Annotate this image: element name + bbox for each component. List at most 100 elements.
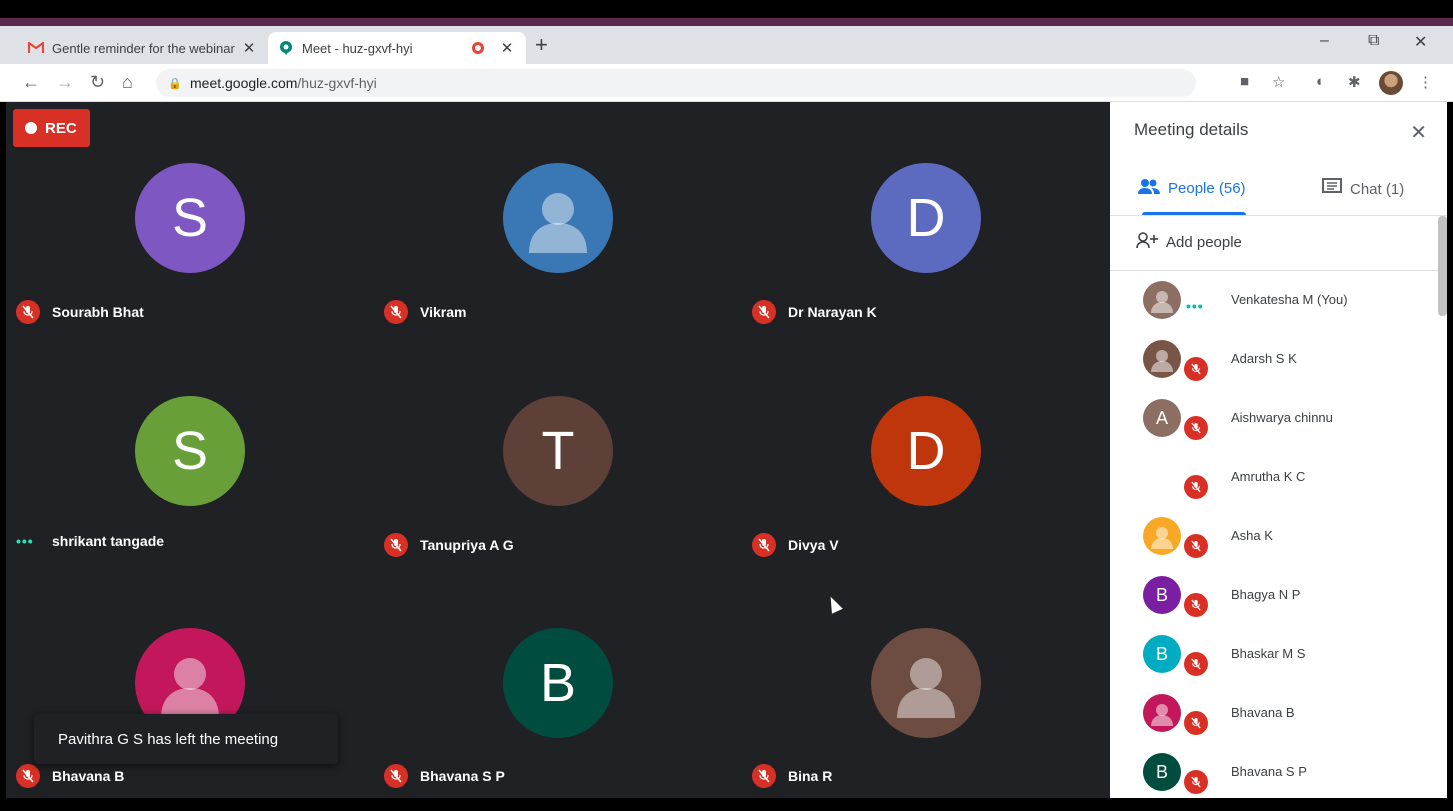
list-item[interactable]: B Bhavana S P (1110, 744, 1440, 798)
person-avatar: B (1143, 576, 1181, 614)
participant-name: shrikant tangade (52, 533, 165, 549)
gmail-icon (28, 40, 44, 56)
participant-tile[interactable]: D Dr Narayan K (742, 102, 1110, 334)
restore-button[interactable]: ⧉ (1368, 32, 1379, 50)
back-icon[interactable]: ← (22, 72, 40, 93)
participant-nameplate: Sourabh Bhat (16, 300, 144, 324)
profile-avatar[interactable] (1379, 71, 1403, 95)
mic-muted-icon (16, 764, 40, 788)
participant-name: Dr Narayan K (788, 304, 877, 320)
list-item[interactable]: ••• Venkatesha M (You) (1110, 272, 1440, 331)
list-item[interactable]: B Bhaskar M S (1110, 626, 1440, 685)
list-item[interactable]: Bhavana B (1110, 685, 1440, 744)
list-item[interactable]: B Bhagya N P (1110, 567, 1440, 626)
tab-chat-label: Chat (1) (1350, 181, 1405, 198)
participant-name: Tanupriya A G (420, 537, 514, 553)
participant-avatar: S (135, 163, 245, 273)
url-path: /huz-gxvf-hyi (297, 75, 377, 91)
participant-tile[interactable]: S Sourabh Bhat (6, 102, 374, 334)
person-name: Adarsh S K (1231, 351, 1297, 366)
person-photo (1143, 458, 1181, 496)
mic-muted-icon (752, 533, 776, 557)
minimize-button[interactable]: – (1320, 32, 1329, 50)
mic-muted-icon (1184, 652, 1208, 676)
add-people-label: Add people (1166, 234, 1242, 251)
close-window-button[interactable]: ✕ (1414, 32, 1427, 52)
lock-icon: 🔒 (168, 77, 182, 90)
participant-nameplate: Vikram (384, 300, 466, 324)
tab-people-label: People (56) (1168, 180, 1246, 197)
menu-kebab-icon[interactable]: ⋮ (1418, 73, 1433, 91)
participant-name: Bina R (788, 768, 833, 784)
mic-muted-icon (384, 533, 408, 557)
person-avatar: B (1143, 753, 1181, 791)
speaking-indicator-icon: ••• (16, 533, 34, 549)
person-name: Bhagya N P (1231, 587, 1301, 602)
recording-indicator-icon (472, 42, 484, 54)
person-name: Bhavana S P (1231, 764, 1307, 779)
people-list-scrollbar[interactable] (1438, 216, 1447, 316)
mic-muted-icon (1184, 711, 1208, 735)
tab-gmail[interactable]: Gentle reminder for the webinar ✕ (18, 32, 268, 64)
participant-tile[interactable]: B Bhavana S P (374, 567, 742, 799)
person-avatar: A (1143, 399, 1181, 437)
mic-muted-icon (1184, 534, 1208, 558)
participant-photo (871, 628, 981, 738)
extension-circle-icon[interactable]: ◐ (1316, 73, 1325, 90)
participant-tile[interactable]: Bina R (742, 567, 1110, 799)
list-item[interactable]: Adarsh S K (1110, 331, 1440, 390)
list-item[interactable]: Asha K (1110, 508, 1440, 567)
person-photo (1143, 517, 1181, 555)
participant-tile[interactable]: Bhavana B (6, 567, 374, 799)
participant-nameplate: Tanupriya A G (384, 533, 514, 557)
person-name: Aishwarya chinnu (1231, 410, 1333, 425)
person-name: Asha K (1231, 528, 1273, 543)
participant-photo (503, 163, 613, 273)
add-person-icon (1136, 232, 1158, 253)
participant-name: Divya V (788, 537, 839, 553)
new-tab-button[interactable]: + (535, 32, 548, 58)
tab-chat[interactable]: Chat (1) (1322, 178, 1404, 201)
close-panel-icon[interactable]: ✕ (1410, 120, 1427, 145)
participant-avatar: D (871, 396, 981, 506)
participant-nameplate: Divya V (752, 533, 839, 557)
participant-nameplate: Bhavana B (16, 764, 124, 788)
people-icon (1138, 178, 1160, 199)
screen-top-edge (0, 0, 1453, 18)
mic-muted-icon (752, 764, 776, 788)
participant-nameplate: Bhavana S P (384, 764, 505, 788)
notification-toast: Pavithra G S has left the meeting (34, 714, 338, 764)
person-name: Amrutha K C (1231, 469, 1306, 484)
participant-tile[interactable]: S ••• shrikant tangade (6, 335, 374, 567)
tab-meet[interactable]: Meet - huz-gxvf-hyi ✕ (268, 32, 526, 64)
participant-tile[interactable]: Vikram (374, 102, 742, 334)
camera-icon[interactable]: ■ (1240, 73, 1249, 90)
tab-title: Meet - huz-gxvf-hyi (302, 40, 413, 56)
participant-tile[interactable]: D Divya V (742, 335, 1110, 567)
forward-icon[interactable]: → (56, 72, 74, 93)
address-bar[interactable]: 🔒 meet.google.com /huz-gxvf-hyi (156, 69, 1196, 97)
close-tab-icon[interactable]: ✕ (498, 39, 516, 57)
mic-muted-icon (752, 300, 776, 324)
tab-people[interactable]: People (56) (1138, 178, 1246, 199)
participant-nameplate: ••• shrikant tangade (16, 533, 164, 549)
star-icon[interactable]: ☆ (1272, 73, 1285, 91)
puzzle-icon[interactable]: ✱ (1348, 73, 1361, 91)
participant-avatar: B (503, 628, 613, 738)
reload-icon[interactable]: ↻ (90, 72, 105, 93)
list-item[interactable]: Amrutha K C (1110, 449, 1440, 508)
participant-name: Bhavana S P (420, 768, 505, 784)
participant-name: Bhavana B (52, 768, 125, 784)
add-people-button[interactable]: Add people (1136, 232, 1242, 253)
mic-muted-icon (384, 764, 408, 788)
meet-icon (278, 40, 294, 56)
meeting-details-panel: Meeting details ✕ People (56) Chat (1) A… (1110, 102, 1447, 798)
participant-avatar: D (871, 163, 981, 273)
speaking-indicator-icon: ••• (1186, 298, 1204, 314)
close-tab-icon[interactable]: ✕ (240, 39, 258, 57)
list-item[interactable]: A Aishwarya chinnu (1110, 390, 1440, 449)
participant-nameplate: Bina R (752, 764, 832, 788)
home-icon[interactable]: ⌂ (122, 72, 133, 93)
participant-tile[interactable]: T Tanupriya A G (374, 335, 742, 567)
participant-name: Sourabh Bhat (52, 304, 144, 320)
